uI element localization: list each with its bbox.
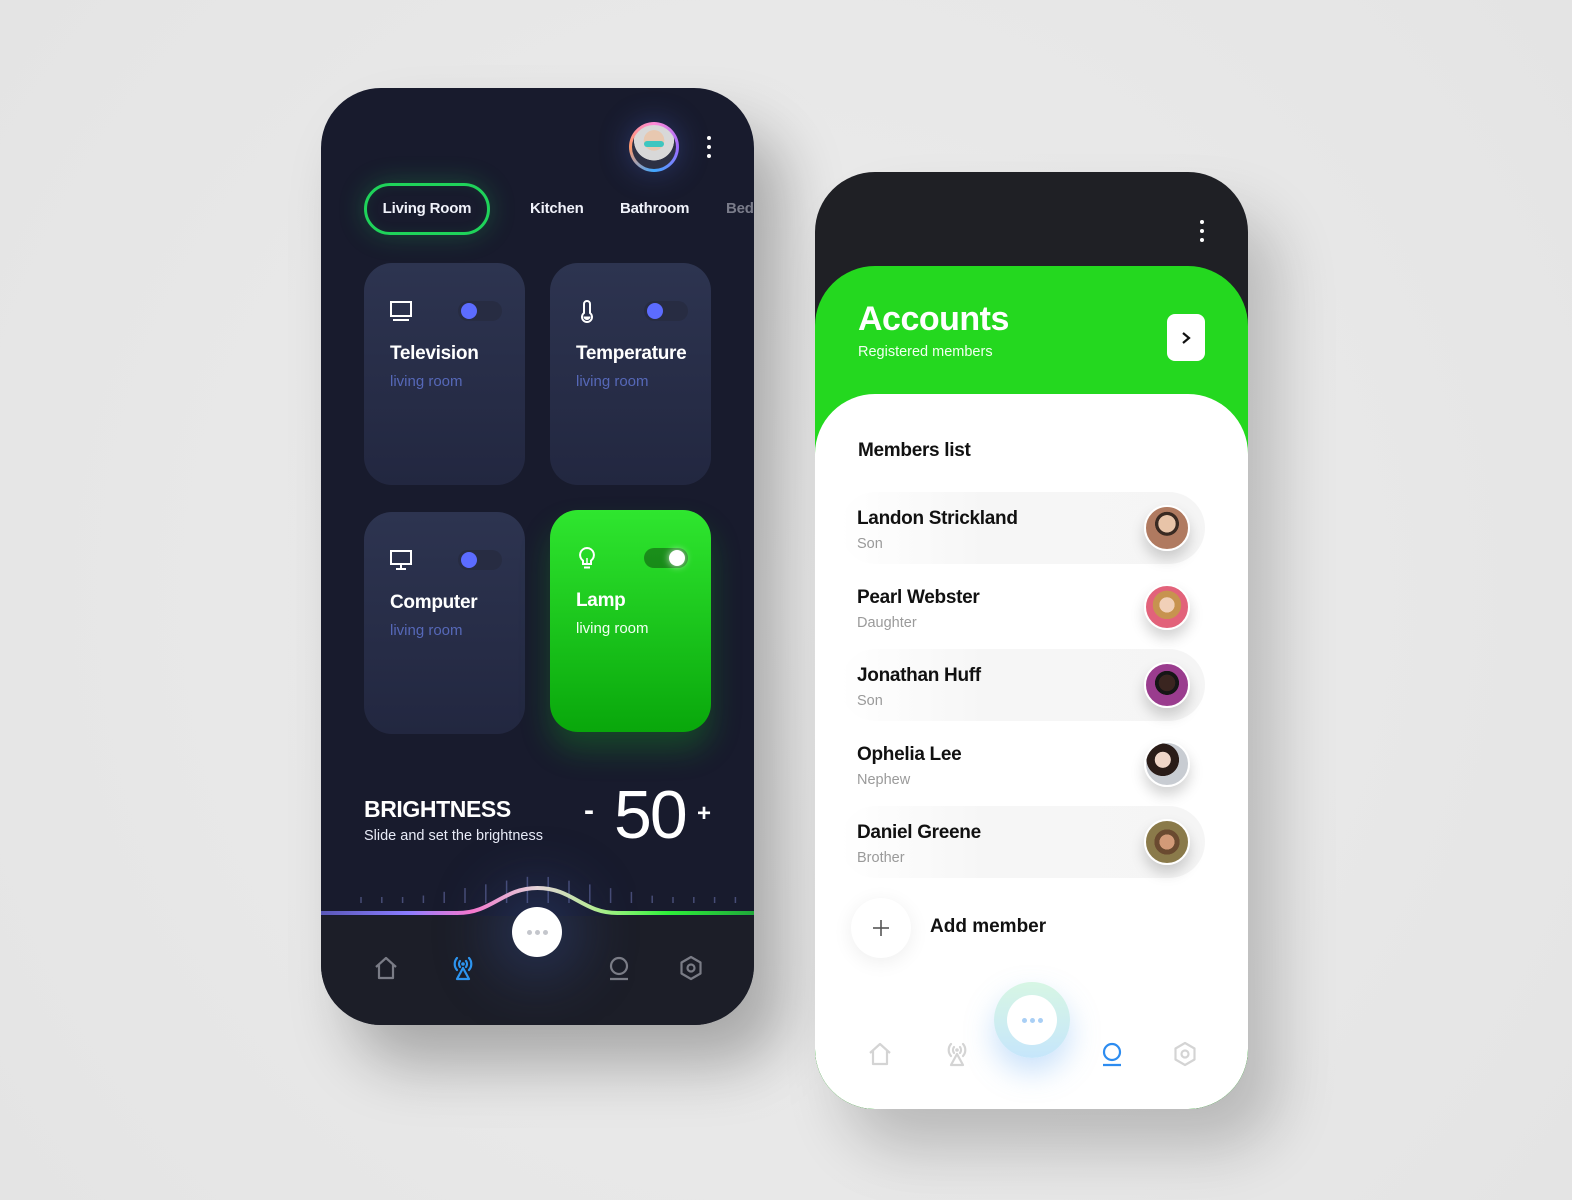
kebab-menu-icon[interactable]	[706, 136, 712, 158]
device-card-temperature[interactable]: Temperature living room	[550, 263, 711, 485]
member-role: Brother	[857, 850, 905, 866]
member-avatar	[1144, 741, 1190, 787]
device-name: Television	[390, 343, 479, 364]
user-icon[interactable]	[1098, 1040, 1126, 1068]
page-subtitle: Registered members	[858, 344, 993, 360]
member-role: Son	[857, 693, 883, 709]
brightness-value: 50	[614, 777, 688, 853]
device-card-computer[interactable]: Computer living room	[364, 512, 525, 734]
device-card-lamp[interactable]: Lamp living room	[550, 510, 711, 732]
avatar-photo	[632, 125, 676, 169]
plus-icon	[873, 920, 889, 936]
device-room: living room	[390, 622, 463, 639]
brightness-subtitle: Slide and set the brightness	[364, 828, 543, 844]
tv-icon	[390, 301, 412, 321]
member-row[interactable]: Daniel Greene Brother	[840, 806, 1205, 878]
chevron-right-icon	[1182, 331, 1191, 344]
device-room: living room	[576, 620, 649, 637]
member-role: Son	[857, 536, 883, 552]
members-list-title: Members list	[858, 440, 971, 461]
member-role: Daughter	[857, 615, 917, 631]
computer-toggle[interactable]	[458, 550, 502, 570]
member-avatar	[1144, 819, 1190, 865]
tab-bedroom[interactable]: Bed	[726, 183, 754, 235]
device-name: Computer	[390, 592, 478, 613]
profile-avatar[interactable]	[629, 122, 679, 172]
antenna-icon[interactable]	[943, 1040, 971, 1068]
device-room: living room	[390, 373, 463, 390]
settings-hex-icon[interactable]	[1171, 1040, 1199, 1068]
home-icon[interactable]	[866, 1040, 894, 1068]
member-avatar	[1144, 584, 1190, 630]
member-avatar	[1144, 662, 1190, 708]
monitor-icon	[390, 550, 412, 570]
tab-living-room[interactable]: Living Room	[364, 183, 490, 235]
kebab-menu-icon[interactable]	[1199, 220, 1205, 242]
home-control-screen: Living Room Kitchen Bathroom Bed Televis…	[321, 88, 754, 1025]
member-name: Landon Strickland	[857, 508, 1018, 529]
page-title: Accounts	[858, 300, 1009, 338]
lightbulb-icon	[579, 546, 595, 569]
member-name: Daniel Greene	[857, 822, 981, 843]
member-row[interactable]: Jonathan Huff Son	[840, 649, 1205, 721]
member-row[interactable]: Ophelia Lee Nephew	[840, 728, 1205, 800]
more-dots-button[interactable]	[512, 907, 562, 957]
member-row[interactable]: Landon Strickland Son	[840, 492, 1205, 564]
device-name: Temperature	[576, 343, 687, 364]
member-role: Nephew	[857, 772, 911, 788]
antenna-icon[interactable]	[449, 954, 477, 982]
member-name: Ophelia Lee	[857, 744, 962, 765]
accounts-next-button[interactable]	[1167, 314, 1205, 361]
room-tabs: Living Room Kitchen Bathroom Bed	[364, 183, 754, 235]
member-avatar	[1144, 505, 1190, 551]
device-room: living room	[576, 373, 649, 390]
user-icon[interactable]	[605, 954, 633, 982]
member-row[interactable]: Pearl Webster Daughter	[840, 571, 1205, 643]
accounts-screen: Accounts Registered members Members list…	[815, 172, 1248, 1109]
tab-kitchen[interactable]: Kitchen	[530, 183, 584, 235]
brightness-increase-button[interactable]: +	[697, 800, 711, 828]
temperature-toggle[interactable]	[644, 301, 688, 321]
thermometer-icon	[581, 300, 593, 323]
settings-hex-icon[interactable]	[677, 954, 705, 982]
device-name: Lamp	[576, 590, 626, 611]
device-card-television[interactable]: Television living room	[364, 263, 525, 485]
member-name: Jonathan Huff	[857, 665, 981, 686]
more-dots-button[interactable]	[994, 982, 1070, 1058]
tab-bathroom[interactable]: Bathroom	[620, 183, 689, 235]
member-name: Pearl Webster	[857, 587, 980, 608]
brightness-decrease-button[interactable]: -	[584, 794, 594, 828]
add-member-label[interactable]: Add member	[930, 916, 1046, 938]
brightness-title: BRIGHTNESS	[364, 796, 511, 822]
lamp-toggle[interactable]	[644, 548, 688, 568]
home-icon[interactable]	[372, 954, 400, 982]
add-member-button[interactable]	[851, 898, 911, 958]
television-toggle[interactable]	[458, 301, 502, 321]
